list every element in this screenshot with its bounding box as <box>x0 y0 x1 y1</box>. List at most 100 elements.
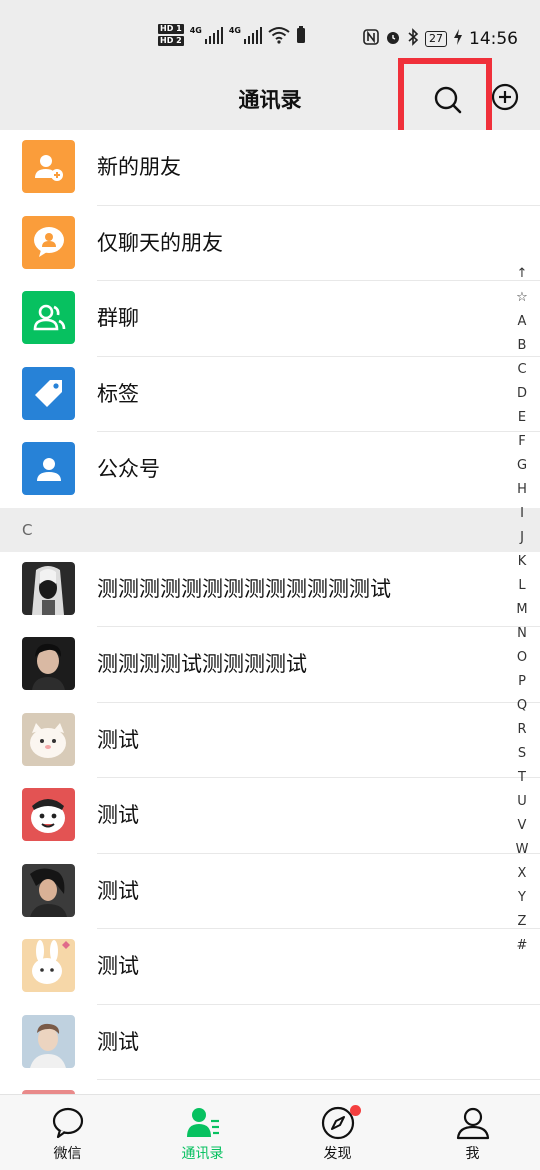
notification-dot <box>349 1105 361 1116</box>
nfc-icon <box>363 29 379 49</box>
contact-row[interactable]: 测试 <box>0 929 540 1005</box>
hd-indicators: HD 1 HD 2 <box>158 24 184 46</box>
index-letter[interactable]: W <box>516 838 529 862</box>
alphabet-index-bar[interactable]: ↑ ☆ A B C D E F G H I J K L M N O P Q R S T U V W X Y Z # <box>510 262 534 958</box>
avatar <box>22 637 75 690</box>
index-letter[interactable]: P <box>518 670 526 694</box>
official-account-icon <box>22 442 75 495</box>
contact-name: 测试 <box>97 954 139 978</box>
list-item-official-accounts[interactable]: 公众号 <box>0 432 540 508</box>
list-item-chat-only-friends[interactable]: 仅聊天的朋友 <box>0 205 540 281</box>
contact-name: 测试 <box>97 1029 139 1054</box>
contact-row[interactable]: 测试 <box>0 702 540 778</box>
contacts-list[interactable]: 新的朋友 仅聊天的朋友 群聊 标签 公众号 C 测测测测测测测测测测测测测试 测… <box>0 130 540 1156</box>
list-item-group-chats[interactable]: 群聊 <box>0 281 540 357</box>
index-letter[interactable]: L <box>518 574 525 598</box>
avatar <box>22 939 75 992</box>
index-letter[interactable]: G <box>517 454 527 478</box>
hd1-badge: HD 1 <box>158 24 184 34</box>
index-letter[interactable]: R <box>517 718 526 742</box>
contact-row[interactable]: 测测测测试测测测测试 <box>0 627 540 703</box>
avatar <box>22 863 75 917</box>
index-letter[interactable]: Y <box>518 886 526 910</box>
index-letter[interactable]: M <box>516 598 527 622</box>
list-item-label: 仅聊天的朋友 <box>97 230 223 255</box>
index-letter[interactable]: H <box>517 478 527 502</box>
tag-icon <box>22 366 75 420</box>
index-letter[interactable]: V <box>518 814 527 838</box>
index-letter[interactable]: X <box>518 862 527 886</box>
avatar <box>22 712 75 766</box>
index-letter[interactable]: D <box>517 382 527 406</box>
index-letter[interactable]: N <box>517 622 527 646</box>
search-icon[interactable] <box>430 82 466 118</box>
tab-chats[interactable]: 微信 <box>0 1095 135 1170</box>
status-bar: HD 1 HD 2 4G 4G 27 14:56 <box>0 0 540 62</box>
index-letter[interactable]: ☆ <box>516 286 528 310</box>
index-letter[interactable]: S <box>518 742 526 766</box>
clock: 14:56 <box>469 29 518 49</box>
sim-battery-icon <box>296 26 305 43</box>
network-type-2: 4G <box>228 26 241 35</box>
group-chat-icon <box>22 291 75 344</box>
index-letter[interactable]: T <box>518 766 526 790</box>
add-friend-icon <box>22 140 75 193</box>
index-letter[interactable]: C <box>517 358 526 382</box>
chat-only-friend-icon <box>22 215 75 269</box>
network-type-1: 4G <box>189 26 202 35</box>
signal-2-icon: 4G <box>229 26 262 44</box>
alarm-icon <box>385 29 401 49</box>
contact-name: 测试 <box>97 727 139 752</box>
index-letter[interactable]: I <box>520 502 524 526</box>
tab-label: 微信 <box>53 1146 82 1162</box>
signal-1-icon: 4G <box>190 26 223 44</box>
profile-icon <box>456 1107 489 1140</box>
contact-name: 测测测测试测测测测试 <box>97 652 307 676</box>
contact-name: 测试 <box>97 803 139 827</box>
index-letter[interactable]: E <box>518 406 526 430</box>
index-letter[interactable]: B <box>518 334 527 358</box>
avatar <box>22 561 75 615</box>
hd2-badge: HD 2 <box>158 36 184 46</box>
tab-label: 发现 <box>323 1146 352 1162</box>
add-icon[interactable] <box>490 82 520 112</box>
contacts-icon <box>186 1108 219 1137</box>
index-letter[interactable]: Q <box>517 694 527 718</box>
index-letter[interactable]: K <box>518 550 527 574</box>
contact-name: 测测测测测测测测测测测测测试 <box>97 576 391 601</box>
index-letter[interactable]: A <box>518 310 527 334</box>
tab-label: 我 <box>465 1146 480 1162</box>
avatar <box>22 788 75 841</box>
contact-row[interactable]: 测试 <box>0 1004 540 1080</box>
status-bar-left: HD 1 HD 2 4G 4G <box>158 24 306 46</box>
list-item-label: 新的朋友 <box>97 155 181 179</box>
tab-contacts[interactable]: 通讯录 <box>135 1095 270 1170</box>
index-letter[interactable]: ↑ <box>517 262 528 286</box>
list-item-label: 标签 <box>97 381 139 406</box>
list-item-new-friends[interactable]: 新的朋友 <box>0 130 540 206</box>
section-header-c: C <box>0 507 540 552</box>
bluetooth-icon <box>407 28 419 50</box>
index-letter[interactable]: F <box>518 430 525 454</box>
contact-name: 测试 <box>97 878 139 903</box>
index-letter[interactable]: U <box>517 790 527 814</box>
wifi-icon <box>268 27 290 44</box>
status-bar-right: 27 14:56 <box>363 28 518 50</box>
list-item-label: 群聊 <box>97 306 139 330</box>
tab-me[interactable]: 我 <box>405 1095 540 1170</box>
tab-discover[interactable]: 发现 <box>270 1095 405 1170</box>
contact-row[interactable]: 测测测测测测测测测测测测测试 <box>0 551 540 627</box>
index-letter[interactable]: Z <box>518 910 527 934</box>
charging-icon <box>453 29 463 49</box>
contact-row[interactable]: 测试 <box>0 853 540 929</box>
bottom-tab-bar: 微信 通讯录 发现 我 <box>0 1094 540 1170</box>
list-item-tags[interactable]: 标签 <box>0 356 540 432</box>
contact-row[interactable]: 测试 <box>0 778 540 854</box>
index-letter[interactable]: # <box>517 934 528 958</box>
avatar <box>22 1014 75 1068</box>
battery-level: 27 <box>425 31 447 47</box>
index-letter[interactable]: J <box>520 526 524 550</box>
list-item-label: 公众号 <box>97 457 160 481</box>
tab-label: 通讯录 <box>181 1146 224 1162</box>
index-letter[interactable]: O <box>517 646 527 670</box>
